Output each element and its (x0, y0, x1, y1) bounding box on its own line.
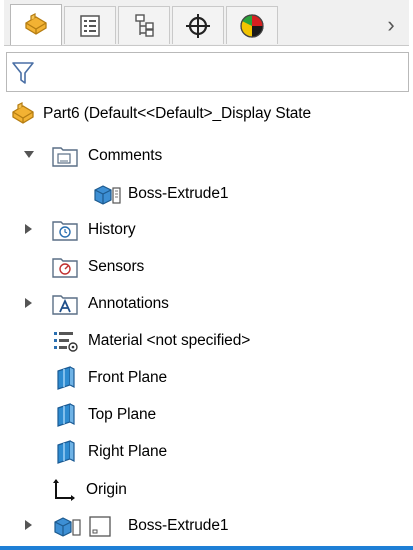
tree-item-label: Annotations (88, 295, 169, 312)
featuremanager-tab[interactable] (10, 4, 62, 46)
tree-item-front-plane[interactable]: Front Plane (54, 360, 167, 396)
origin-icon (53, 479, 75, 501)
sketch-icon (89, 516, 111, 537)
chevron-right-icon: › (387, 12, 395, 37)
tree-item-top-plane[interactable]: Top Plane (54, 397, 156, 433)
history-folder-icon (52, 221, 78, 241)
expand-arrow-history[interactable] (22, 222, 36, 236)
tree-item-label: Boss-Extrude1 (128, 185, 229, 202)
configurationmanager-tab[interactable] (118, 6, 170, 44)
expand-arrow-annotations[interactable] (22, 296, 36, 310)
tree-root-label: Part6 (Default<<Default>_Display State (43, 105, 312, 122)
tabs-scroll-right-button[interactable]: › (378, 8, 404, 42)
boss-extrude-icon (54, 517, 81, 537)
comments-folder-icon (52, 147, 78, 167)
tree-item-label: History (88, 221, 136, 238)
tree-item-label: Material <not specified> (88, 332, 251, 349)
tree-item-history[interactable]: History (52, 212, 136, 248)
tree-item-comments[interactable]: Comments (52, 138, 162, 174)
tree-root-part[interactable]: Part6 (Default<<Default>_Display State (10, 96, 311, 132)
plane-icon (57, 403, 75, 427)
tree-item-material[interactable]: Material <not specified> (52, 323, 250, 359)
tree-item-right-plane[interactable]: Right Plane (54, 434, 167, 470)
tree-item-label: Front Plane (88, 369, 168, 386)
expand-arrow-boss-extrude[interactable] (22, 518, 36, 532)
crosshair-icon (186, 13, 210, 38)
tree-item-origin[interactable]: Origin (52, 472, 127, 508)
configuration-icon (135, 13, 154, 37)
panel-bottom-accent-bar (0, 546, 413, 550)
tree-item-label: Sensors (88, 258, 145, 275)
collapsed-arrow-icon (25, 224, 32, 234)
propertymanager-tab[interactable] (64, 6, 116, 44)
tree-item-label: Origin (86, 481, 127, 498)
collapsed-arrow-icon (25, 520, 32, 530)
filter-funnel-icon[interactable] (11, 60, 35, 86)
plane-icon (57, 440, 75, 464)
boss-extrude-icon (94, 185, 121, 205)
tree-item-label: Right Plane (88, 443, 168, 460)
tree-item-boss-extrude[interactable]: Boss-Extrude1 (52, 508, 228, 544)
appearance-pie-icon (240, 13, 264, 38)
sensors-folder-icon (52, 258, 78, 278)
tree-item-annotations[interactable]: Annotations (52, 286, 169, 322)
material-icon (54, 332, 78, 352)
dimxpert-tab[interactable] (172, 6, 224, 44)
tabbar-divider (4, 45, 409, 46)
expanded-arrow-icon (24, 151, 34, 158)
tree-filter-input[interactable] (6, 52, 409, 92)
annotations-folder-icon (52, 295, 78, 315)
plane-icon (57, 366, 75, 390)
tree-item-label: Comments (88, 147, 163, 164)
collapsed-arrow-icon (25, 298, 32, 308)
tree-item-sensors[interactable]: Sensors (52, 249, 144, 285)
tree-item-label: Boss-Extrude1 (128, 517, 229, 534)
collapse-arrow-comments[interactable] (22, 148, 36, 162)
tree-item-comment-boss-extrude[interactable]: Boss-Extrude1 (92, 176, 228, 212)
tree-item-label: Top Plane (88, 406, 157, 423)
display-manager-tab[interactable] (226, 6, 278, 44)
feature-tree-tabbar: › (4, 0, 409, 46)
part-icon (12, 102, 34, 124)
part-icon (25, 12, 47, 35)
property-list-icon (80, 14, 100, 37)
